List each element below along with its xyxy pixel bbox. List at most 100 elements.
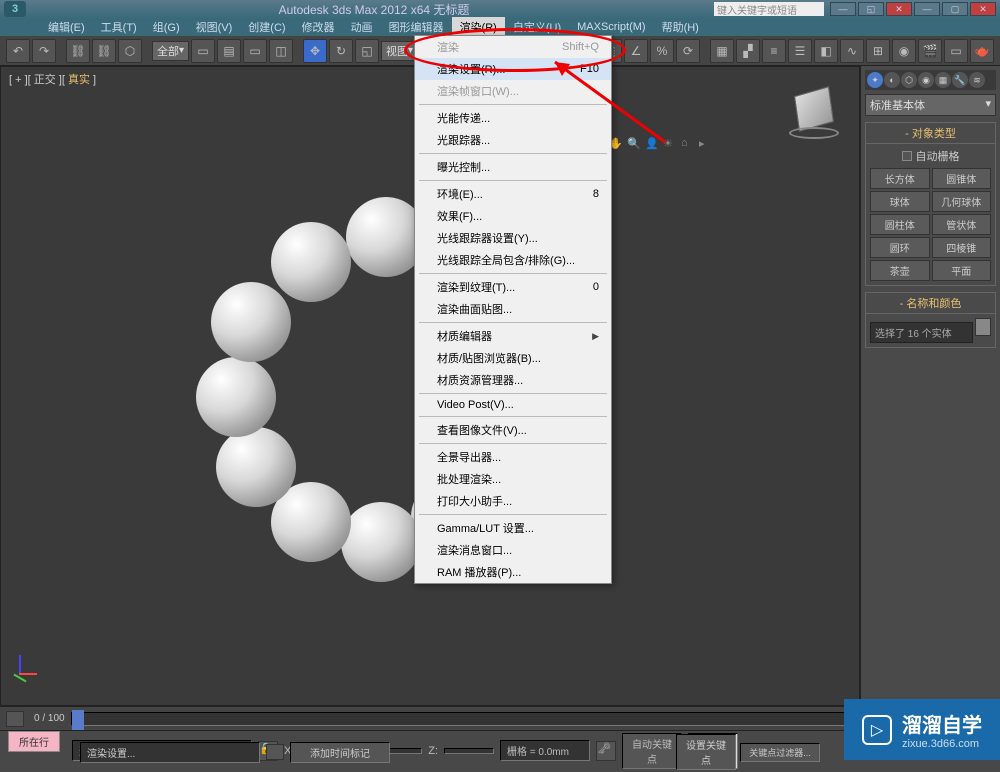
autogrid-check[interactable]: 自动栅格: [870, 148, 991, 164]
angle-snap-button[interactable]: ∠: [624, 39, 648, 63]
object-name-field[interactable]: 选择了 16 个实体: [870, 322, 973, 343]
sphere-button[interactable]: 球体: [870, 191, 930, 212]
named-sel-button[interactable]: ▦: [710, 39, 734, 63]
material-button[interactable]: ◉: [892, 39, 916, 63]
move-button[interactable]: ✥: [303, 39, 327, 63]
menu-item-videopost[interactable]: Video Post(V)...: [415, 396, 611, 414]
menu-edit[interactable]: 编辑(E): [40, 17, 93, 37]
menu-animation[interactable]: 动画: [343, 17, 381, 37]
category-select[interactable]: 标准基本体▾: [865, 94, 996, 116]
zoom-icon[interactable]: 🔍: [627, 137, 641, 151]
timeline-slider[interactable]: [72, 710, 84, 730]
selection-filter[interactable]: 全部 ▾: [152, 41, 189, 61]
menu-render[interactable]: 渲染(R): [452, 17, 505, 37]
menu-tools[interactable]: 工具(T): [93, 17, 145, 37]
display-tab[interactable]: ▦: [935, 72, 951, 88]
window-crossing-button[interactable]: ◫: [269, 39, 293, 63]
schematic-button[interactable]: ⊞: [866, 39, 890, 63]
hierarchy-tab[interactable]: ⬡: [901, 72, 917, 88]
menu-item-radiosity[interactable]: 光能传递...: [415, 107, 611, 129]
motion-tab[interactable]: ◉: [918, 72, 934, 88]
menu-item-batch-render[interactable]: 批处理渲染...: [415, 468, 611, 490]
maximize-button[interactable]: ▢: [942, 2, 968, 16]
home-icon[interactable]: ⌂: [681, 137, 695, 151]
color-swatch[interactable]: [975, 318, 991, 336]
expand-icon[interactable]: ▸: [699, 137, 713, 151]
menu-item-material-explorer[interactable]: 材质资源管理器...: [415, 369, 611, 391]
percent-snap-button[interactable]: %: [650, 39, 674, 63]
scale-button[interactable]: ◱: [355, 39, 379, 63]
menu-item-render-frame[interactable]: 渲染帧窗口(W)...: [415, 80, 611, 102]
render-button[interactable]: 🫖: [970, 39, 994, 63]
unlink-button[interactable]: ⛓: [92, 39, 116, 63]
viewport-label[interactable]: [ + ][ 正交 ][ 真实 ]: [9, 71, 96, 87]
rotate-button[interactable]: ↻: [329, 39, 353, 63]
spinner-snap-button[interactable]: ⟳: [676, 39, 700, 63]
select-name-button[interactable]: ▤: [217, 39, 241, 63]
tube-button[interactable]: 管状体: [932, 214, 992, 235]
plane-button[interactable]: 平面: [932, 260, 992, 281]
menu-item-effects[interactable]: 效果(F)...: [415, 205, 611, 227]
menu-item-environment[interactable]: 环境(E)...8: [415, 183, 611, 205]
minimize2-button[interactable]: —: [914, 2, 940, 16]
menu-item-lighttracer[interactable]: 光跟踪器...: [415, 129, 611, 151]
create-tab[interactable]: ✦: [867, 72, 883, 88]
restore-button[interactable]: ◱: [858, 2, 884, 16]
cone-button[interactable]: 圆锥体: [932, 168, 992, 189]
minimize-button[interactable]: —: [830, 2, 856, 16]
menu-item-render-surface[interactable]: 渲染曲面贴图...: [415, 298, 611, 320]
menu-item-material-browser[interactable]: 材质/贴图浏览器(B)...: [415, 347, 611, 369]
menu-create[interactable]: 创建(C): [240, 17, 293, 37]
menu-item-print-size[interactable]: 打印大小助手...: [415, 490, 611, 512]
menu-item-material-editor[interactable]: 材质编辑器▶: [415, 325, 611, 347]
menu-item-render-message[interactable]: 渲染消息窗口...: [415, 539, 611, 561]
menu-group[interactable]: 组(G): [145, 17, 188, 37]
menu-item-raytrace-include[interactable]: 光线跟踪全局包含/排除(G)...: [415, 249, 611, 271]
curve-editor-button[interactable]: ∿: [840, 39, 864, 63]
help-search[interactable]: 键入关键字或短语: [714, 2, 824, 16]
menu-item-gamma[interactable]: Gamma/LUT 设置...: [415, 517, 611, 539]
layers-button[interactable]: ☰: [788, 39, 812, 63]
pink-tab[interactable]: 所在行: [8, 731, 60, 752]
menu-item-panorama[interactable]: 全景导出器...: [415, 446, 611, 468]
torus-button[interactable]: 圆环: [870, 237, 930, 258]
menu-item-render-texture[interactable]: 渲染到纹理(T)...0: [415, 276, 611, 298]
ref-coord-system[interactable]: 视图 ▾: [381, 41, 418, 61]
select-region-button[interactable]: ▭: [243, 39, 267, 63]
app-close-button[interactable]: ✕: [970, 2, 996, 16]
keyfilter-button[interactable]: 关键点过滤器...: [740, 743, 820, 762]
viewcube[interactable]: [789, 87, 839, 137]
mirror-button[interactable]: ▞: [736, 39, 760, 63]
menu-item-render-setup[interactable]: 渲染设置(R)...F10: [415, 58, 611, 80]
walk-icon[interactable]: 👤: [645, 137, 659, 151]
bind-button[interactable]: ⬡: [118, 39, 142, 63]
align-button[interactable]: ≡: [762, 39, 786, 63]
link-button[interactable]: ⛓: [66, 39, 90, 63]
box-button[interactable]: 长方体: [870, 168, 930, 189]
menu-modifier[interactable]: 修改器: [294, 17, 343, 37]
setkey-button[interactable]: 设置关键点: [676, 734, 736, 770]
menu-item-view-image[interactable]: 查看图像文件(V)...: [415, 419, 611, 441]
pyramid-button[interactable]: 四棱锥: [932, 237, 992, 258]
modify-tab[interactable]: ◐: [884, 72, 900, 88]
menu-item-ram-player[interactable]: RAM 播放器(P)...: [415, 561, 611, 583]
light-icon[interactable]: ☀: [663, 137, 677, 151]
menu-item-raytrace-settings[interactable]: 光线跟踪器设置(Y)...: [415, 227, 611, 249]
undo-button[interactable]: ↶: [6, 39, 30, 63]
cylinder-button[interactable]: 圆柱体: [870, 214, 930, 235]
select-button[interactable]: ▭: [191, 39, 215, 63]
menu-view[interactable]: 视图(V): [188, 17, 241, 37]
timeline-config-button[interactable]: [6, 711, 24, 727]
graphite-button[interactable]: ◧: [814, 39, 838, 63]
teapot-button[interactable]: 茶壶: [870, 260, 930, 281]
render-setup-button[interactable]: 🎬: [918, 39, 942, 63]
add-time-tag[interactable]: 添加时间标记: [290, 742, 390, 763]
menu-custom[interactable]: 自定义(U): [505, 17, 569, 37]
window-close-button[interactable]: ✕: [886, 2, 912, 16]
menu-graph[interactable]: 图形编辑器: [381, 17, 452, 37]
geosphere-button[interactable]: 几何球体: [932, 191, 992, 212]
redo-button[interactable]: ↷: [32, 39, 56, 63]
script-button[interactable]: [266, 744, 284, 760]
extra-tab[interactable]: ≋: [969, 72, 985, 88]
util-tab[interactable]: 🔧: [952, 72, 968, 88]
